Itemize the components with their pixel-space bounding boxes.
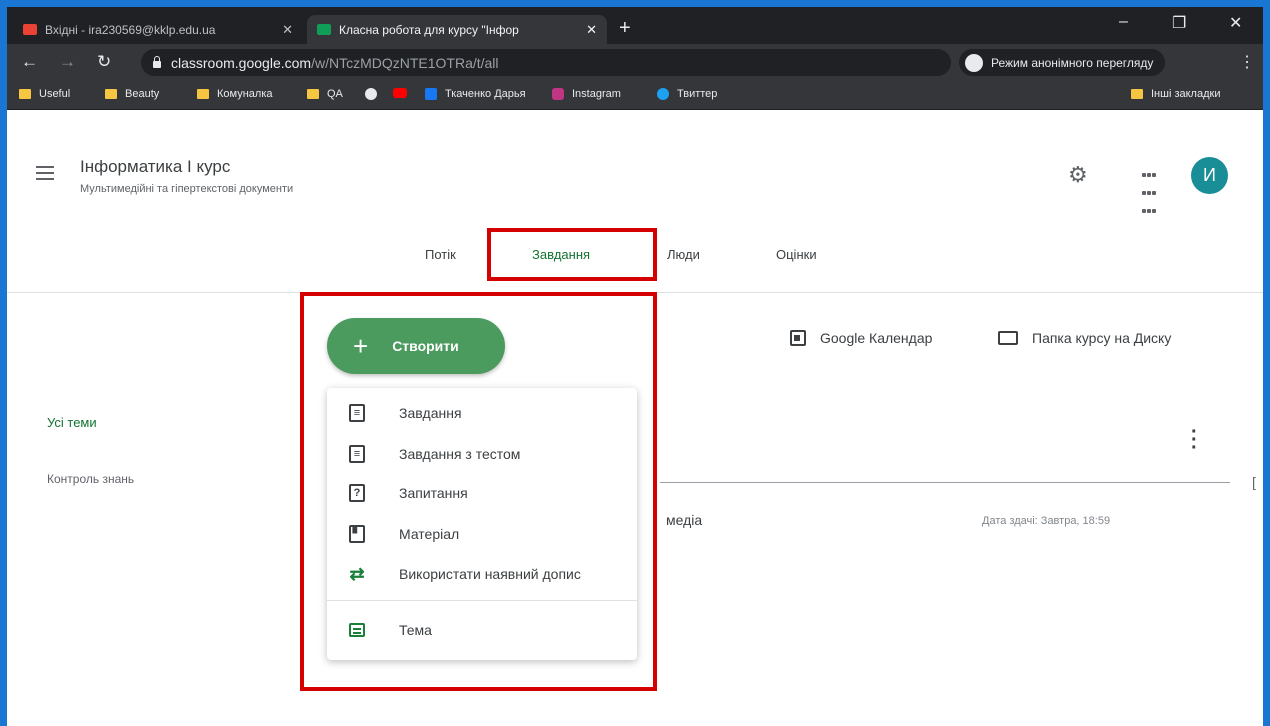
bookmark-label: Beauty: [125, 88, 160, 100]
google-apps-icon[interactable]: [1142, 166, 1157, 220]
calendar-icon: [790, 330, 806, 346]
highlight-create-menu: [300, 292, 657, 691]
youtube-icon: [393, 88, 407, 98]
folder-icon: [197, 89, 209, 99]
url-host: classroom.google.com: [171, 54, 312, 71]
close-tab-icon[interactable]: ✕: [282, 22, 293, 38]
bookmark-label: Ткаченко Дарья: [445, 88, 526, 100]
tab-people[interactable]: Люди: [667, 247, 700, 262]
bookmark-label: Instagram: [572, 88, 621, 100]
incognito-indicator[interactable]: Режим анонімного перегляду: [959, 49, 1166, 76]
restore-button[interactable]: ❐: [1172, 13, 1186, 33]
topic-divider: [660, 482, 1230, 483]
incognito-label: Режим анонімного перегляду: [991, 55, 1154, 70]
bookmark-google[interactable]: [365, 88, 385, 100]
reload-icon[interactable]: ↻: [97, 52, 111, 72]
browser-tab-classroom[interactable]: Класна робота для курсу "Інфор ✕: [307, 15, 607, 44]
bookmark-twitter[interactable]: Твиттер: [657, 88, 717, 100]
bookmark-facebook[interactable]: Ткаченко Дарья: [425, 88, 526, 100]
browser-tab-strip: Вхідні - ira230569@kklp.edu.ua ✕ Класна …: [7, 7, 1263, 44]
twitter-icon: [657, 88, 669, 100]
bookmark-komunalka[interactable]: Комуналка: [197, 88, 273, 100]
main-menu-icon[interactable]: [36, 166, 54, 184]
bookmark-label: Твиттер: [677, 88, 718, 100]
lock-icon: [153, 56, 161, 68]
other-bookmarks-label: Інші закладки: [1151, 88, 1221, 100]
tab-stream[interactable]: Потік: [425, 247, 456, 262]
more-options-icon[interactable]: · · ·: [1191, 422, 1198, 458]
task-title[interactable]: медіа: [666, 512, 702, 528]
tab-title: Класна робота для курсу "Інфор: [339, 22, 519, 37]
tab-grades[interactable]: Оцінки: [776, 247, 817, 262]
back-arrow-icon[interactable]: ←: [21, 52, 38, 72]
facebook-icon: [425, 88, 437, 100]
course-title[interactable]: Інформатика І курс: [80, 157, 230, 177]
course-subtitle: Мультимедійні та гіпертекстові документи: [80, 183, 294, 195]
tab-title: Вхідні - ira230569@kklp.edu.ua: [45, 22, 216, 37]
bookmark-beauty[interactable]: Beauty: [105, 88, 159, 100]
bookmark-label: QA: [327, 88, 343, 100]
folder-icon: [105, 89, 117, 99]
address-bar[interactable]: classroom.google.com /w/NTczMDQzNTE1OTRa…: [141, 49, 1061, 76]
bookmark-label: Useful: [39, 88, 71, 100]
google-icon: [365, 88, 377, 100]
gmail-icon: [23, 24, 37, 35]
bookmarks-bar: Useful Beauty Комуналка QA Ткаченко Дарь…: [7, 80, 1263, 110]
bookmark-youtube[interactable]: [393, 88, 415, 98]
folder-icon: [998, 331, 1018, 345]
close-window-button[interactable]: ✕: [1229, 13, 1242, 33]
forward-arrow-icon[interactable]: →: [59, 52, 76, 72]
browser-tab-gmail[interactable]: Вхідні - ira230569@kklp.edu.ua ✕: [13, 15, 303, 44]
minimize-button[interactable]: –: [1119, 13, 1128, 31]
browser-toolbar: ← → ↻ classroom.google.com /w/NTczMDQzNT…: [7, 44, 1263, 80]
bookmark-qa[interactable]: QA: [307, 88, 343, 100]
other-bookmarks[interactable]: Інші закладки: [1131, 88, 1220, 100]
new-tab-button[interactable]: +: [619, 17, 631, 40]
instagram-icon: [552, 88, 564, 100]
bookmark-label: Комуналка: [217, 88, 273, 100]
google-calendar-link[interactable]: Google Календар: [790, 330, 932, 346]
classroom-icon: [317, 24, 331, 35]
drive-folder-label: Папка курсу на Диску: [1032, 330, 1172, 346]
drive-folder-link[interactable]: Папка курсу на Диску: [998, 330, 1171, 346]
scroll-edge-icon: [: [1252, 474, 1256, 490]
folder-icon: [307, 89, 319, 99]
close-tab-icon[interactable]: ✕: [586, 22, 597, 38]
settings-gear-icon[interactable]: ⚙: [1068, 162, 1096, 190]
task-due-date: Дата здачі: Завтра, 18:59: [982, 515, 1111, 527]
topic-item[interactable]: Контроль знань: [47, 472, 134, 486]
url-path: /w/NTczMDQzNTE1OTRa/t/all: [311, 54, 499, 71]
folder-icon: [19, 89, 31, 99]
calendar-label: Google Календар: [820, 330, 933, 346]
topic-all[interactable]: Усі теми: [47, 415, 97, 430]
browser-menu-icon[interactable]: ⋮: [1239, 52, 1255, 72]
highlight-classwork-tab: [487, 228, 657, 281]
folder-icon: [1131, 89, 1143, 99]
bookmark-instagram[interactable]: Instagram: [552, 88, 621, 100]
bookmark-useful[interactable]: Useful: [19, 88, 70, 100]
incognito-icon: [965, 53, 983, 72]
account-avatar[interactable]: И: [1191, 157, 1228, 194]
